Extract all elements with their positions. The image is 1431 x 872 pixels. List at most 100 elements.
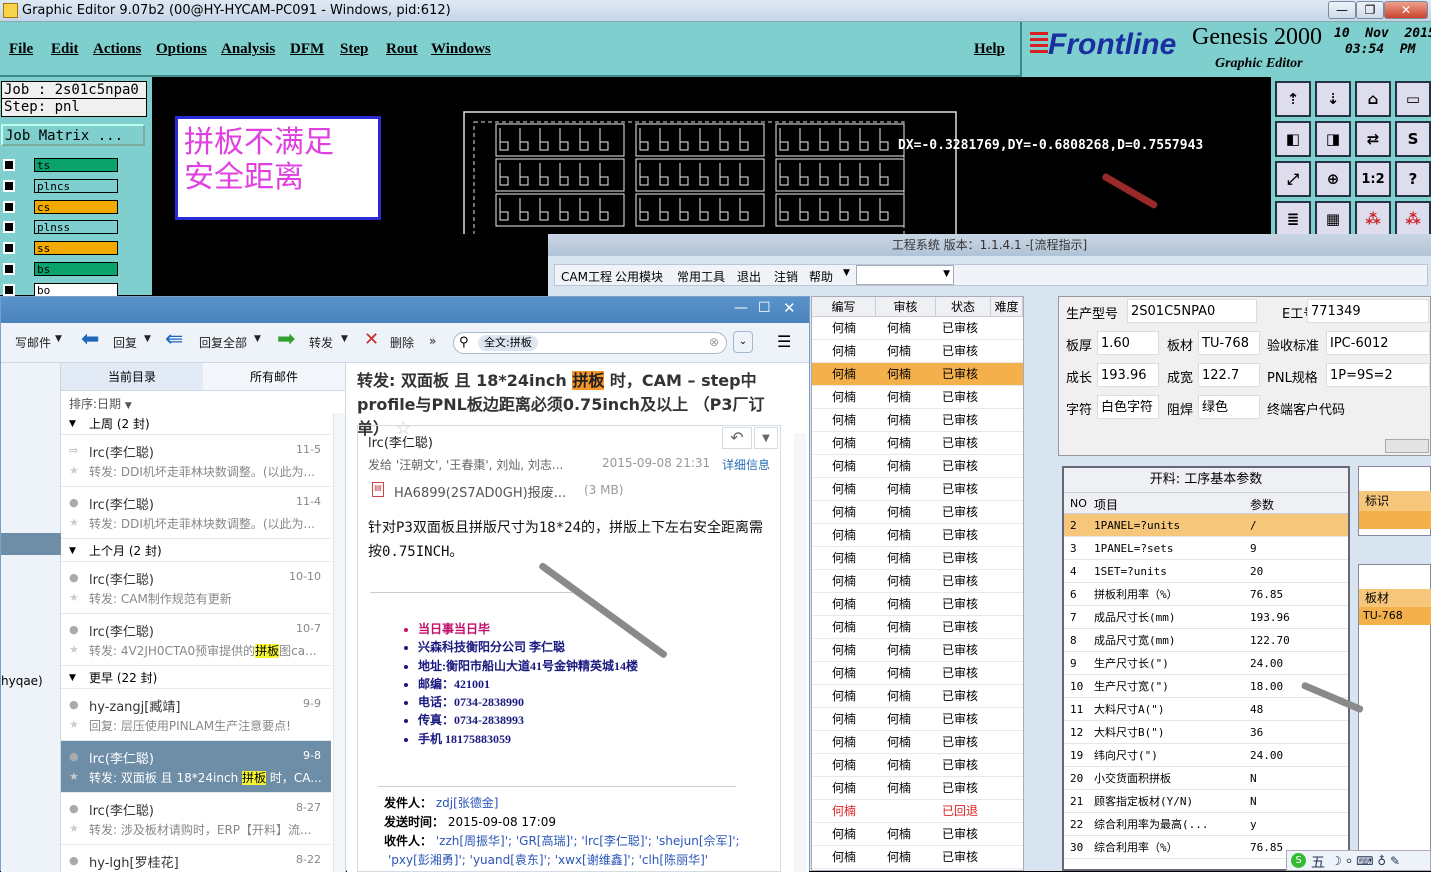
value-material[interactable]: TU-768	[1198, 331, 1260, 355]
star-icon[interactable]: ★	[69, 822, 79, 835]
reply-icon[interactable]: ⬅	[81, 327, 99, 352]
grid-row[interactable]: 何楠 何楠 已审核	[812, 708, 1023, 731]
minimize-button[interactable]: —	[1328, 1, 1356, 19]
value-pnl[interactable]: 1P=9S=2	[1326, 363, 1430, 387]
param-row[interactable]: 22 综合利用率为最高(... y	[1064, 813, 1348, 836]
folder-selected[interactable]	[1, 533, 61, 555]
attachment-name[interactable]: HA6899(2S7AD0GH)报废...	[394, 482, 566, 501]
menu-edit[interactable]: Edit	[51, 41, 79, 58]
layer-checkbox[interactable]	[3, 159, 15, 171]
grid-row[interactable]: 何楠 何楠 已审核	[812, 340, 1023, 363]
menu-actions[interactable]: Actions	[93, 41, 141, 58]
menu-file[interactable]: File	[9, 41, 33, 58]
layer-name[interactable]: plnss	[34, 220, 118, 235]
delete-icon[interactable]: ✕	[364, 329, 379, 350]
quick-reply-icon[interactable]: ↶	[722, 427, 752, 449]
layer-checkbox[interactable]	[3, 242, 15, 255]
cam-menu-common[interactable]: 公用模块	[615, 268, 663, 285]
reading-scrollbar[interactable]	[794, 433, 806, 872]
redraw-icon[interactable]: S	[1395, 121, 1431, 157]
cam-menu-exit[interactable]: 退出	[737, 268, 761, 285]
layer-tool-icon[interactable]: ⁂	[1355, 201, 1391, 237]
side-material-value[interactable]: TU-768	[1359, 607, 1431, 625]
collapse-icon[interactable]: ▼	[69, 540, 76, 562]
mail-list-item[interactable]: ⇨ lrc(李仁聪) 11-5 ★ 转发: DDI机坏走菲林块数调整。(以此为...	[61, 435, 331, 487]
layer-name[interactable]: cs	[34, 199, 118, 214]
folder-label[interactable]: hyqae)	[1, 674, 43, 688]
forward-chevron-icon[interactable]: ▼	[341, 334, 348, 344]
help-icon[interactable]: ?	[1395, 161, 1431, 197]
down-step-icon[interactable]: ⇣	[1315, 81, 1351, 117]
value-width[interactable]: 122.7	[1198, 363, 1260, 387]
layer-checkbox[interactable]	[3, 179, 15, 192]
side-row[interactable]	[1359, 511, 1431, 529]
param-row[interactable]: 8 成品尺寸宽(mm) 122.70	[1064, 629, 1348, 652]
value-silkscreen[interactable]: 白色字符	[1097, 395, 1159, 419]
menu-analysis[interactable]: Analysis	[221, 41, 275, 58]
dropdown-icon[interactable]: ▼	[843, 268, 850, 278]
mail-list-item[interactable]: ● lrc(李仁聪) 8-27 ★ 转发: 涉及板材请购时，ERP【开料】流...	[61, 793, 331, 845]
tab-current-folder[interactable]: 当前目录	[61, 363, 203, 391]
grid-row[interactable]: 何楠 何楠 已审核	[812, 593, 1023, 616]
param-row[interactable]: 9 生产尺寸长(") 24.00	[1064, 652, 1348, 675]
param-row[interactable]: 2 1PANEL=?units /	[1064, 514, 1348, 537]
sender-name[interactable]: lrc(李仁聪)	[368, 432, 433, 451]
reply-all-icon[interactable]: ⇚	[165, 327, 183, 352]
layer-name[interactable]: plncs	[34, 178, 118, 193]
mail-list-item[interactable]: ● lrc(李仁聪) 11-4 ★ 转发: DDI机坏走菲林块数调整。(以此为...	[61, 487, 331, 539]
collapse-icon[interactable]: ▼	[69, 413, 76, 435]
layer-checkbox[interactable]	[3, 283, 15, 296]
menu-dfm[interactable]: DFM	[290, 41, 324, 58]
grid-row[interactable]: 何楠 何楠 已审核	[812, 662, 1023, 685]
value-model[interactable]: 2S01C5NPA0	[1127, 299, 1257, 323]
reply-chevron-icon[interactable]: ▼	[144, 334, 151, 344]
grid-row[interactable]: 何楠 何楠 已审核	[812, 409, 1023, 432]
grid-row[interactable]: 何楠 何楠 已审核	[812, 823, 1023, 846]
pan-right-icon[interactable]: ◨	[1315, 121, 1351, 157]
restore-button[interactable]: ❐	[1356, 1, 1384, 19]
layer-checkbox[interactable]	[3, 200, 15, 213]
grid-row[interactable]: 何楠 何楠 已审核	[812, 754, 1023, 777]
job-matrix-button[interactable]: Job Matrix ...	[1, 124, 145, 146]
grid-header-difficulty[interactable]: 难度	[991, 297, 1023, 317]
layer-row[interactable]: bs	[0, 261, 120, 277]
mail-close-icon[interactable]: ✕	[783, 299, 796, 317]
value-soldermask[interactable]: 绿色	[1198, 395, 1260, 419]
grid-row[interactable]: 何楠 何楠 已审核	[812, 432, 1023, 455]
cam-menu-help[interactable]: 帮助	[809, 268, 833, 285]
layer-checkbox[interactable]	[3, 263, 15, 275]
mail-list-item[interactable]: ●hy-lgh[罗桂花]8-22★	[61, 845, 331, 872]
param-row[interactable]: 4 1SET=?units 20	[1064, 560, 1348, 583]
pan-left-icon[interactable]: ◧	[1275, 121, 1311, 157]
grid-row[interactable]: 何楠 何楠 已审核	[812, 501, 1023, 524]
reply-button[interactable]: 回复	[113, 334, 137, 351]
grid-header-status[interactable]: 状态	[936, 297, 991, 317]
cam-menu-logout[interactable]: 注销	[774, 268, 798, 285]
forward-icon[interactable]: ➡	[277, 327, 295, 352]
layer-name[interactable]: bo	[34, 282, 118, 297]
delete-button[interactable]: 删除	[390, 334, 414, 351]
layer-row[interactable]: plncs	[0, 178, 120, 194]
search-options-icon[interactable]: ⌄	[733, 331, 753, 353]
layer-row[interactable]: cs	[0, 199, 120, 215]
reply-all-button[interactable]: 回复全部	[199, 334, 247, 351]
window-icon[interactable]: ▭	[1395, 81, 1431, 117]
clear-search-icon[interactable]: ⊗	[709, 335, 719, 349]
more-button[interactable]: »	[429, 334, 436, 348]
star-icon[interactable]: ★	[69, 516, 79, 529]
list-scrollbar[interactable]	[333, 413, 345, 872]
param-row[interactable]: 7 成品尺寸长(mm) 193.96	[1064, 606, 1348, 629]
menu-options[interactable]: Options	[156, 41, 207, 58]
param-row[interactable]: 19 纬向尺寸(") 24.00	[1064, 744, 1348, 767]
value-eno[interactable]: 771349	[1307, 299, 1429, 323]
menu-help[interactable]: Help	[974, 41, 1005, 58]
reply-all-chevron-icon[interactable]: ▼	[254, 334, 261, 344]
cam-menu-tools[interactable]: 常用工具	[677, 268, 725, 285]
layer-name[interactable]: ss	[34, 241, 118, 256]
param-row[interactable]: 6 拼板利用率（%） 76.85	[1064, 583, 1348, 606]
swap-icon[interactable]: ⇄	[1355, 121, 1391, 157]
star-icon[interactable]: ★	[69, 770, 79, 783]
grid-row[interactable]: 何楠 何楠 已审核	[812, 386, 1023, 409]
grid-row[interactable]: 何楠 何楠 已审核	[812, 777, 1023, 800]
cam-menu-engineering[interactable]: CAM工程	[561, 268, 612, 285]
